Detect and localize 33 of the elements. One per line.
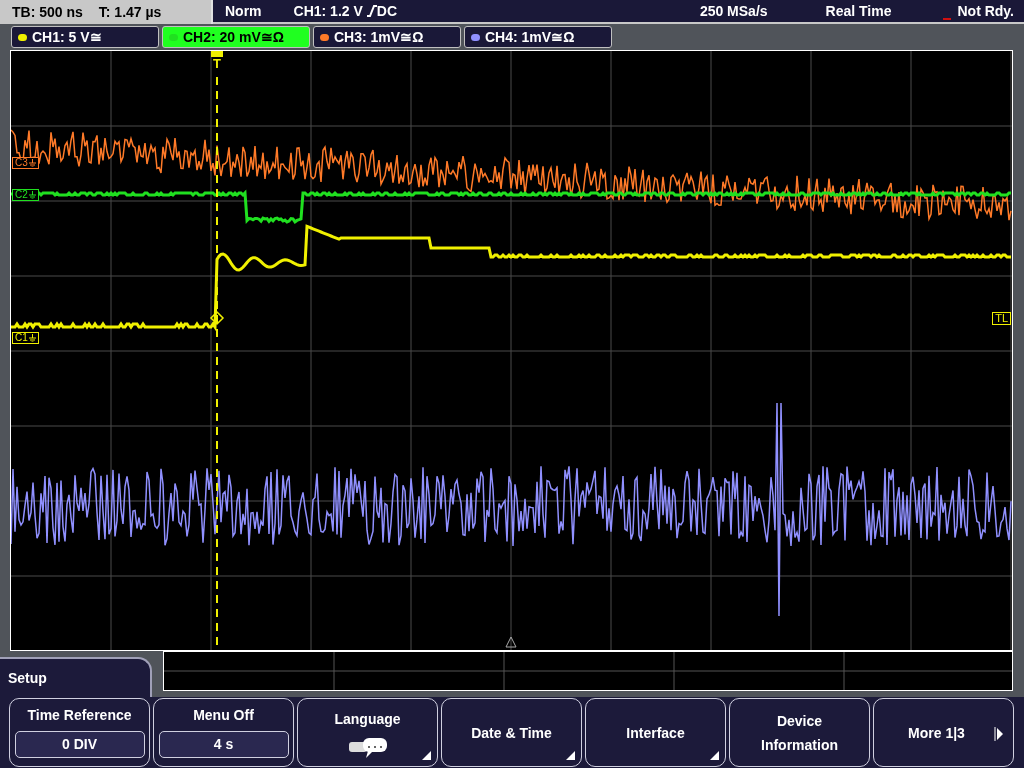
trigger-level-marker[interactable]: TL — [992, 312, 1011, 325]
rising-edge-icon — [366, 5, 377, 17]
trigger-time-text: T: 1.47 µs — [98, 2, 162, 22]
time-reference-icon — [505, 636, 517, 648]
next-page-icon — [994, 727, 1003, 741]
channel-tab[interactable]: CH2: 20 mV≅Ω — [162, 26, 310, 48]
status-text: Not Rdy. — [957, 1, 1014, 21]
ground-icon — [28, 191, 36, 199]
timebase-text: TB: 500 ns — [12, 2, 83, 22]
softkey[interactable]: Menu Off 4 s — [153, 698, 294, 767]
ground-icon — [28, 334, 36, 342]
status-indicator — [943, 18, 952, 20]
channel-marker[interactable]: C2 — [12, 189, 39, 201]
channel-marker[interactable]: C1 — [12, 332, 39, 344]
trigger-mode-text: Norm — [225, 1, 262, 21]
softkey[interactable]: Language — [297, 698, 438, 767]
speech-bubbles-icon — [347, 736, 388, 759]
coupling-text: DC — [376, 1, 398, 21]
channel-marker[interactable]: C3 — [12, 157, 39, 169]
softkey[interactable]: Device Information — [729, 698, 870, 767]
trigger-level-text: CH1: 1.2 V — [293, 1, 363, 21]
channel-tab[interactable]: CH3: 1mV≅Ω — [313, 26, 461, 48]
acquisition-mode-text: Real Time — [825, 1, 892, 21]
channel-tab[interactable]: CH1: 5 V≅ — [11, 26, 159, 48]
softkey[interactable]: Interface — [585, 698, 726, 767]
channel-tab[interactable]: CH4: 1mV≅Ω — [464, 26, 612, 48]
trigger-point-icon — [209, 310, 225, 326]
sample-rate-text: 250 MSa/s — [699, 1, 768, 21]
softkey[interactable]: More 1|3 — [873, 698, 1014, 767]
ground-icon — [28, 159, 36, 167]
softkey[interactable]: Date & Time — [441, 698, 582, 767]
softkey[interactable]: Time Reference 0 DIV — [9, 698, 150, 767]
menu-title: Setup — [8, 668, 47, 688]
